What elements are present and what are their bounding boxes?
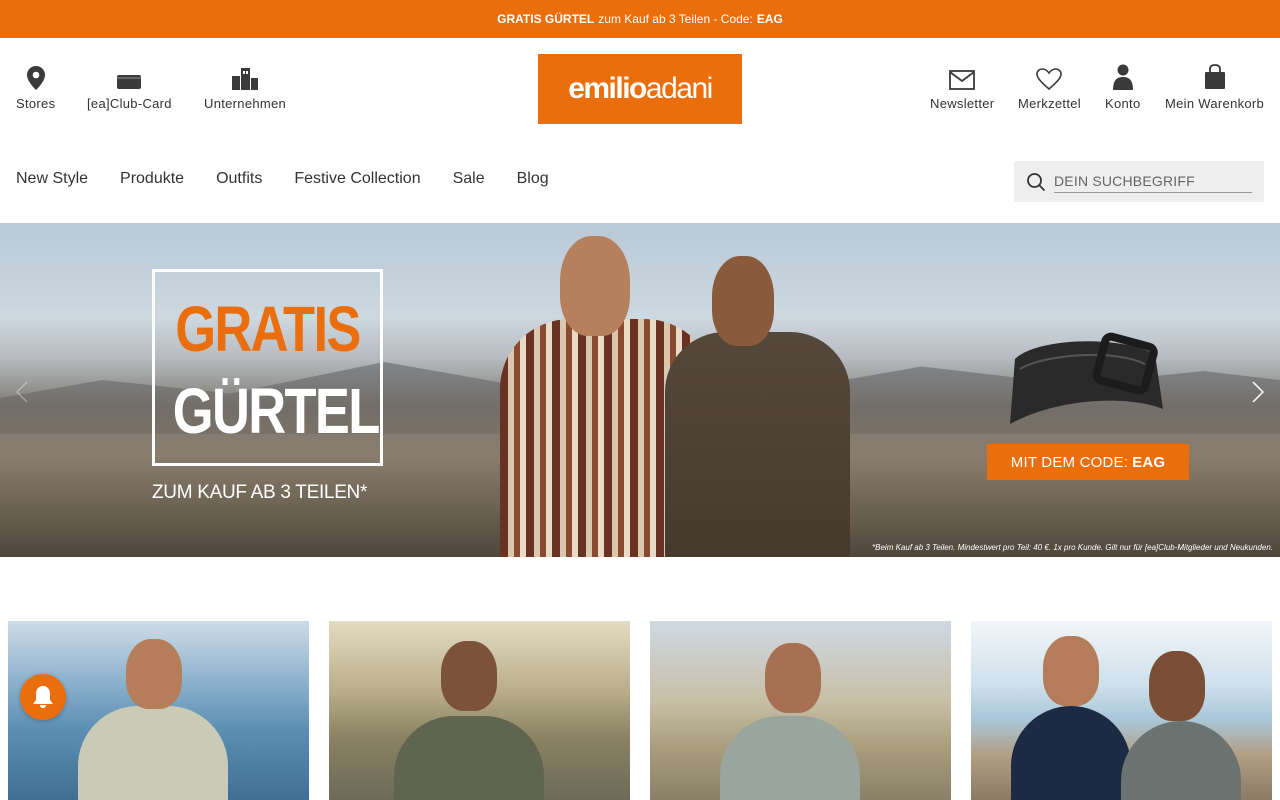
model-2-head [712,256,774,346]
promo-code-label: MIT DEM CODE: [1010,453,1129,471]
carousel-prev-button[interactable] [12,379,32,405]
tile-1-model-head [126,639,182,709]
tile-2-model-body [394,716,544,800]
carousel-next-button[interactable] [1248,379,1268,405]
promo-code-box: MIT DEM CODE: EAG [987,444,1189,480]
tile-2-model-head [441,641,497,711]
promo-text: zum Kauf ab 3 Teilen - Code: [598,12,753,26]
stores-label: Stores [16,96,56,111]
tile-4-model-1-head [1043,636,1099,706]
club-card-link[interactable]: [ea]Club-Card [87,64,172,111]
promo-code: EAG [756,12,783,26]
tile-3-model-body [720,716,860,800]
category-tile-2[interactable] [329,621,630,800]
logo-text-second: adani [645,72,713,105]
chevron-left-icon [16,381,28,403]
hero-disclaimer: *Beim Kauf ab 3 Teilen. Mindestwert pro … [872,543,1273,552]
nav-item-blog[interactable]: Blog [517,170,549,188]
tile-4-model-2-body [1121,721,1241,800]
shopping-bag-icon [1204,64,1226,90]
logo-text-first: emilio [568,72,647,105]
model-1-head [560,236,630,336]
tile-4-model-2-head [1149,651,1205,721]
promo-badge-line2: GÜRTEL [172,375,381,447]
cart-link[interactable]: Mein Warenkorb [1165,64,1264,111]
main-navigation: New Style Produkte Outfits Festive Colle… [16,170,549,188]
search-input[interactable] [1054,170,1252,193]
belt-image [995,329,1170,439]
user-icon [1112,64,1133,90]
notification-bell-button[interactable] [20,674,66,720]
bell-icon [33,686,53,708]
category-tile-3[interactable] [650,621,951,800]
brand-logo[interactable]: emilio adani [538,54,742,124]
promo-badge-subtitle: ZUM KAUF AB 3 TEILEN* [152,482,368,503]
chevron-right-icon [1252,381,1264,403]
search-icon[interactable] [1026,172,1046,192]
promo-badge-line1: GRATIS [175,293,361,365]
nav-item-outfits[interactable]: Outfits [216,170,262,188]
tile-1-model-body [78,706,228,800]
nav-item-new-style[interactable]: New Style [16,170,88,188]
newsletter-label: Newsletter [930,96,995,111]
location-pin-icon [26,64,45,90]
building-icon [232,64,259,90]
site-header: Stores [ea]Club-Card Unternehmen emilio a… [0,38,1280,224]
promo-bold-text: GRATIS GÜRTEL [497,12,595,26]
search-box [1014,161,1264,202]
tile-3-model-head [765,643,821,713]
model-2-image [665,332,850,557]
cart-label: Mein Warenkorb [1165,96,1265,111]
account-label: Konto [1105,96,1141,111]
company-link[interactable]: Unternehmen [204,64,286,111]
company-label: Unternehmen [204,96,287,111]
category-tiles [8,621,1272,800]
tile-4-model-1-body [1011,706,1131,800]
heart-icon [1036,64,1063,90]
hero-banner[interactable]: GRATIS GÜRTEL ZUM KAUF AB 3 TEILEN* MIT … [0,224,1280,557]
club-card-label: [ea]Club-Card [87,96,172,111]
nav-item-festive-collection[interactable]: Festive Collection [294,170,420,188]
wishlist-link[interactable]: Merkzettel [1018,64,1081,111]
club-card-icon [116,64,142,90]
stores-link[interactable]: Stores [16,64,55,111]
envelope-icon [949,64,976,90]
nav-item-produkte[interactable]: Produkte [120,170,184,188]
account-link[interactable]: Konto [1105,64,1140,111]
category-tile-4[interactable] [971,621,1272,800]
nav-item-sale[interactable]: Sale [453,170,485,188]
promo-code-value: EAG [1132,453,1166,471]
wishlist-label: Merkzettel [1018,96,1081,111]
promo-banner[interactable]: GRATIS GÜRTEL zum Kauf ab 3 Teilen - Cod… [0,0,1280,38]
newsletter-link[interactable]: Newsletter [930,64,994,111]
